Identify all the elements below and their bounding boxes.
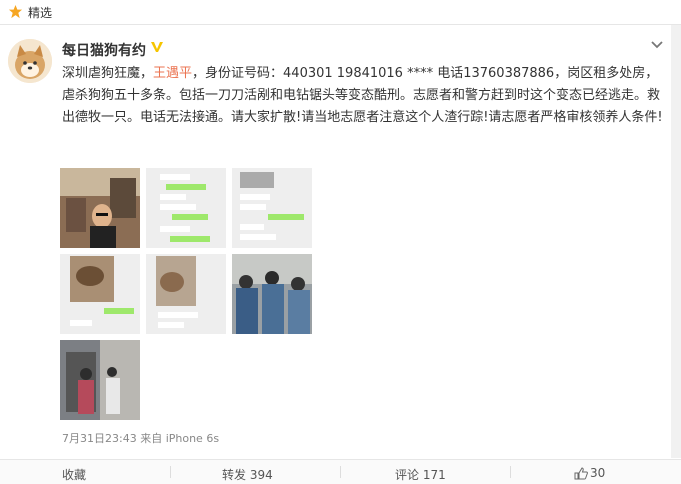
post-image[interactable]: [232, 254, 312, 334]
like-button[interactable]: 30: [574, 466, 605, 480]
post-image[interactable]: [60, 254, 140, 334]
username[interactable]: 每日猫狗有约: [62, 40, 146, 60]
top-bar: 精选: [0, 0, 681, 25]
comment-label: 评论 171: [395, 468, 446, 482]
like-count: 30: [590, 466, 606, 480]
star-icon: [8, 4, 23, 19]
post-image[interactable]: [146, 168, 226, 248]
repost-label: 转发 394: [222, 468, 273, 482]
repost-button[interactable]: 转发 394: [222, 466, 273, 483]
post-text: 深圳虐狗狂魔，王遇平，身份证号码：440301 19841016 **** 电话…: [62, 63, 670, 129]
mention-link[interactable]: 王遇平: [153, 66, 192, 81]
post-image[interactable]: [60, 340, 140, 420]
action-bar: 收藏 转发 394 评论 171 30: [0, 459, 681, 484]
collect-label: 收藏: [62, 468, 87, 482]
post-meta: 7月31日23:43 来自 iPhone 6s: [62, 432, 220, 445]
avatar[interactable]: [8, 39, 52, 83]
divider: [510, 466, 511, 478]
divider: [170, 466, 171, 478]
like-icon: [574, 466, 588, 479]
post-image[interactable]: [146, 254, 226, 334]
post-text-before: 深圳虐狗狂魔，: [62, 66, 154, 81]
post-image[interactable]: [60, 168, 140, 248]
collect-button[interactable]: 收藏: [62, 466, 86, 483]
post-image[interactable]: [232, 168, 312, 248]
comment-button[interactable]: 评论 171: [395, 466, 446, 483]
divider: [340, 466, 341, 478]
vip-icon: [151, 42, 163, 52]
section-title: 精选: [28, 6, 53, 20]
scrollbar[interactable]: [671, 25, 681, 458]
menu-chevron-icon[interactable]: [650, 40, 664, 50]
